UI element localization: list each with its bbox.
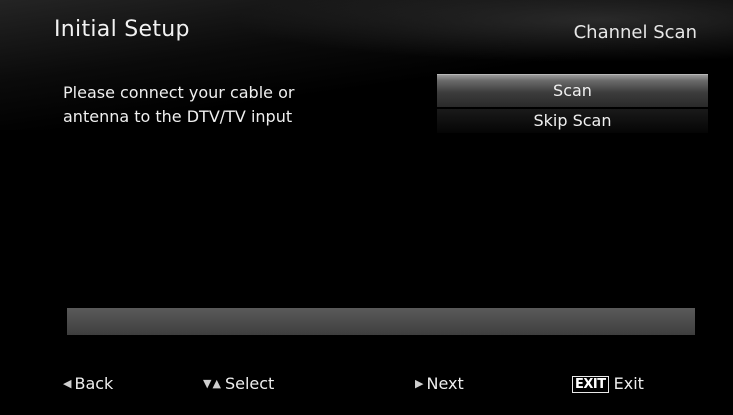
footer-back-label: Back: [74, 374, 114, 393]
left-triangle-icon: ◀: [63, 377, 72, 390]
scan-button[interactable]: Scan: [437, 74, 708, 107]
scan-progress-bar: [67, 308, 695, 335]
footer-select[interactable]: ▼ ▲ Select: [203, 374, 274, 394]
footer-next-label: Next: [426, 374, 464, 393]
footer-exit-label: Exit: [613, 374, 644, 393]
footer-exit[interactable]: EXIT Exit: [572, 374, 644, 394]
page-title: Initial Setup: [54, 17, 190, 42]
scan-menu: Scan Skip Scan: [437, 74, 708, 135]
footer-next[interactable]: ▶ Next: [415, 374, 464, 394]
right-triangle-icon: ▶: [415, 377, 424, 390]
up-triangle-icon: ▲: [212, 377, 221, 390]
page-subtitle: Channel Scan: [573, 22, 697, 43]
instruction-line-1: Please connect your cable or: [63, 83, 295, 102]
footer-back[interactable]: ◀ Back: [63, 374, 113, 394]
footer-select-label: Select: [224, 374, 275, 393]
instruction-message: Please connect your cable or antenna to …: [63, 81, 403, 129]
down-triangle-icon: ▼: [203, 377, 212, 390]
skip-scan-button[interactable]: Skip Scan: [437, 109, 708, 133]
tv-setup-screen: Initial Setup Channel Scan Please connec…: [0, 0, 733, 415]
exit-key-icon: EXIT: [572, 375, 609, 393]
instruction-line-2: antenna to the DTV/TV input: [63, 107, 293, 126]
